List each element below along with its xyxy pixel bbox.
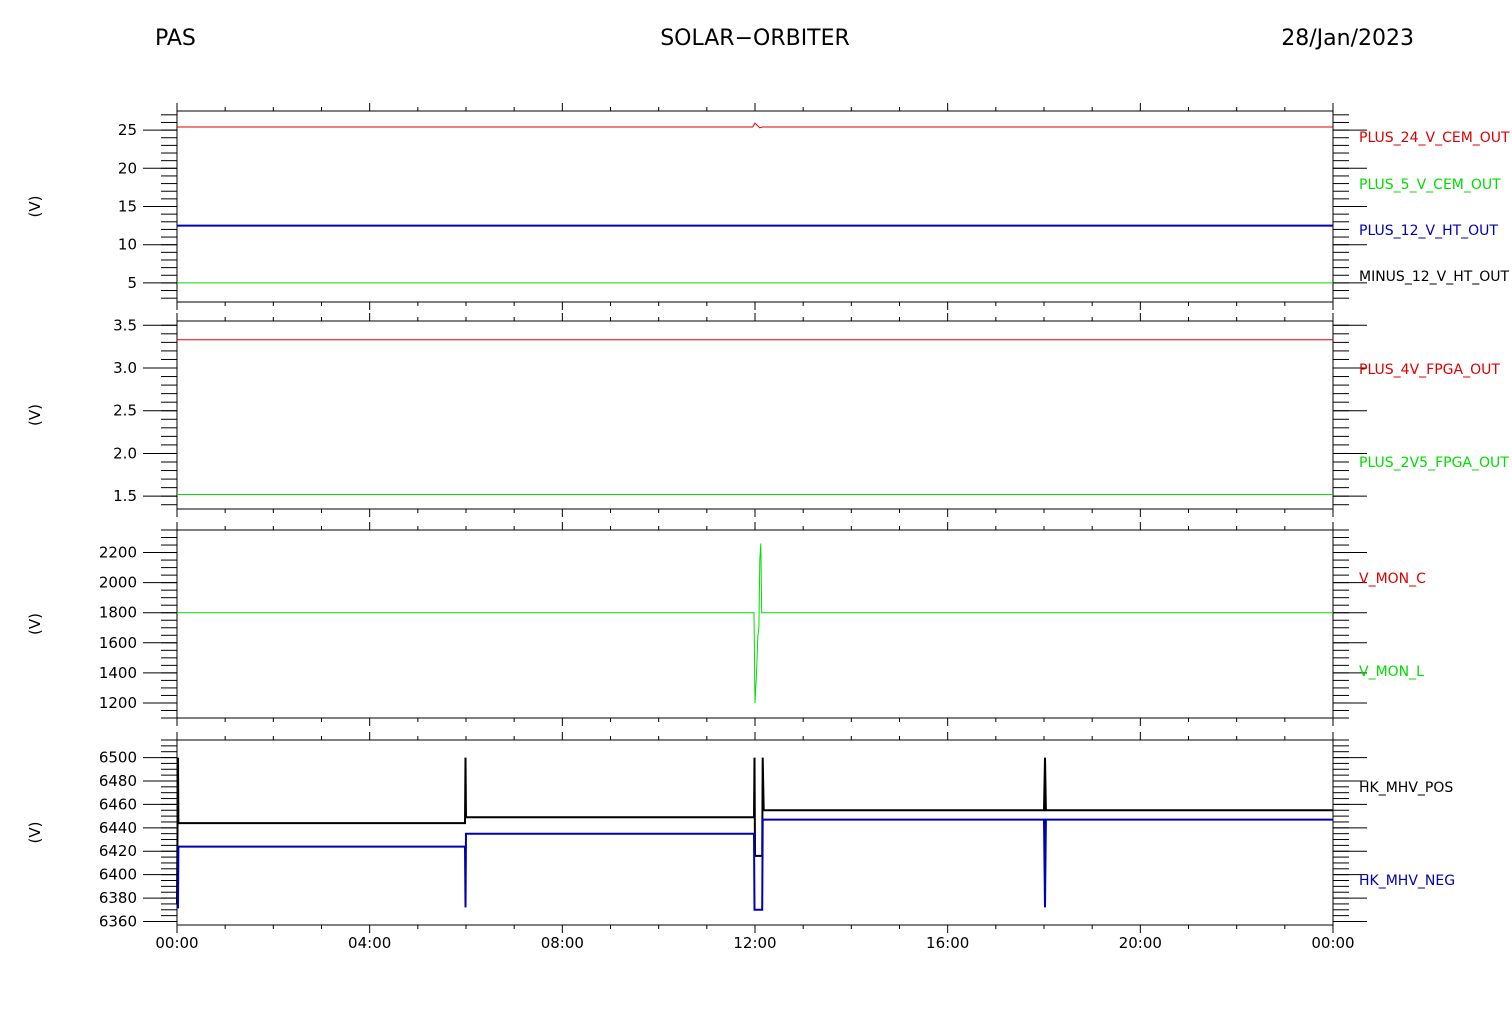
- y-axis-unit-label: (V): [26, 822, 44, 844]
- legend-entry: HK_MHV_POS: [1359, 780, 1453, 796]
- mission-title: SOLAR−ORBITER: [660, 26, 850, 51]
- y-tick-label: 6500: [99, 749, 137, 767]
- y-tick-label: 20: [118, 159, 137, 177]
- panel-1: 5 10 15 20 25 (V) PLUS_24_V_CEM_OUT PLUS_5_V_CE…: [26, 103, 1510, 310]
- y-tick-label: 1200: [99, 694, 137, 712]
- y-tick-label: 3.5: [113, 316, 137, 334]
- x-tick-label: 00:00: [155, 934, 198, 952]
- y-tick-label: 1.5: [113, 487, 137, 505]
- hk-voltage-chart: PAS SOLAR−ORBITER 28/Jan/2023 5 10 15 20 25 (…: [26, 26, 1510, 952]
- x-tick-label: 08:00: [541, 934, 584, 952]
- y-axis-unit-label: (V): [26, 196, 44, 218]
- x-tick-label: 20:00: [1119, 934, 1162, 952]
- instrument-label: PAS: [155, 26, 196, 51]
- legend-entry: V_MON_L: [1359, 664, 1424, 680]
- y-tick-label: 2.0: [113, 444, 137, 462]
- x-tick-label: 00:00: [1311, 934, 1354, 952]
- series-line: [177, 543, 1333, 704]
- plot-frame: [176, 110, 1334, 303]
- y-tick-label: 1400: [99, 664, 137, 682]
- panel-4: 6360 6380 6400 6420 6440 6460 6480 6500 (V) HK_MH…: [26, 732, 1455, 952]
- y-tick-label: 3.0: [113, 359, 137, 377]
- y-tick-label: 6480: [99, 772, 137, 790]
- y-axis-unit-label: (V): [26, 404, 44, 426]
- y-tick-label: 6420: [99, 842, 137, 860]
- legend-entry: V_MON_C: [1359, 571, 1426, 587]
- plot-frame: [176, 320, 1334, 510]
- x-tick-label: 12:00: [733, 934, 776, 952]
- x-tick-label: 04:00: [348, 934, 391, 952]
- y-tick-label: 1800: [99, 604, 137, 622]
- legend-entry: PLUS_24_V_CEM_OUT: [1359, 130, 1510, 146]
- series-line: [177, 122, 1333, 129]
- y-tick-label: 2.5: [113, 402, 137, 420]
- panel-2: 1.5 2.0 2.5 3.0 3.5 (V) PLUS_4V_FPGA_OUT PLUS_2…: [26, 313, 1509, 517]
- y-tick-label: 6380: [99, 889, 137, 907]
- legend-entry: PLUS_5_V_CEM_OUT: [1359, 177, 1501, 193]
- y-tick-label: 6460: [99, 795, 137, 813]
- y-tick-label: 5: [127, 274, 137, 292]
- y-tick-label: 2000: [99, 574, 137, 592]
- legend-entry: PLUS_12_V_HT_OUT: [1359, 223, 1498, 239]
- panels-group: 5 10 15 20 25 (V) PLUS_24_V_CEM_OUT PLUS_5_V_CE…: [26, 103, 1510, 952]
- y-tick-label: 15: [118, 198, 137, 216]
- y-tick-label: 10: [118, 236, 137, 254]
- legend-entry: HK_MHV_NEG: [1359, 873, 1455, 889]
- y-tick-label: 2200: [99, 544, 137, 562]
- y-tick-label: 1600: [99, 634, 137, 652]
- y-tick-label: 6440: [99, 819, 137, 837]
- legend-entry: MINUS_12_V_HT_OUT: [1359, 269, 1510, 285]
- y-tick-label: 6360: [99, 912, 137, 930]
- date-label: 28/Jan/2023: [1281, 26, 1414, 51]
- x-tick-label: 16:00: [926, 934, 969, 952]
- y-axis-unit-label: (V): [26, 613, 44, 635]
- y-tick-label: 25: [118, 121, 137, 139]
- y-tick-label: 6400: [99, 866, 137, 884]
- legend-entry: PLUS_2V5_FPGA_OUT: [1359, 455, 1509, 471]
- panel-3: 1200 1400 1600 1800 2000 2200 (V) V_MON_C V_MON_…: [26, 522, 1426, 726]
- legend-entry: PLUS_4V_FPGA_OUT: [1359, 362, 1500, 378]
